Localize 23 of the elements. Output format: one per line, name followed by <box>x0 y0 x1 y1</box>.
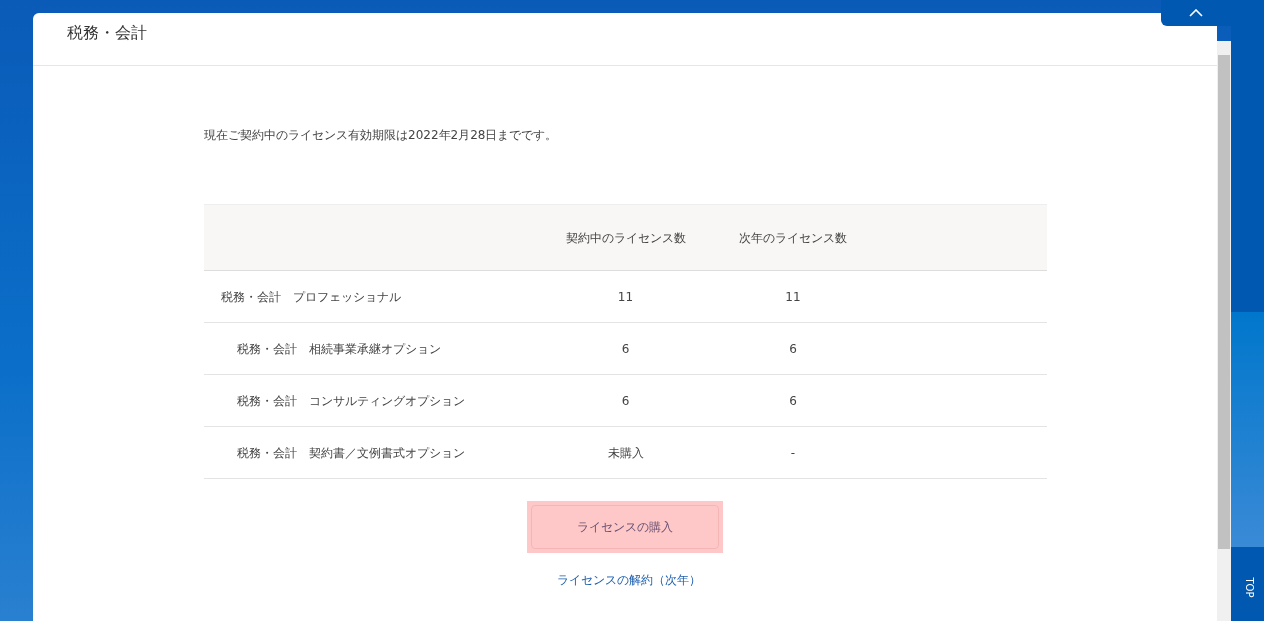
page-title: 税務・会計 <box>67 23 147 42</box>
table-cell: 6 <box>789 341 797 356</box>
cancel-link[interactable]: ライセンスの解約（次年） <box>557 571 701 589</box>
table-cell: 11 <box>785 289 801 304</box>
product-name: 税務・会計 相続事業承継オプション <box>237 341 441 356</box>
product-name: 税務・会計 契約書／文例書式オプション <box>237 445 465 460</box>
scroll-thumb[interactable] <box>1218 55 1230 549</box>
table-cell: 11 <box>617 289 634 304</box>
column-header: 次年のライセンス数 <box>739 230 847 245</box>
top-link[interactable]: TOP <box>1241 577 1257 598</box>
product-name: 税務・会計 コンサルティングオプション <box>237 393 465 408</box>
chevron-up-icon <box>1189 9 1203 17</box>
table-cell: 6 <box>621 393 630 408</box>
scrollbar[interactable] <box>1217 41 1231 621</box>
purchase-button[interactable]: ライセンスの購入 <box>527 501 723 553</box>
table-cell: - <box>790 445 796 460</box>
table-cell: 未購入 <box>607 445 644 460</box>
scroll-up-tab[interactable] <box>1161 0 1231 26</box>
table-cell: 6 <box>789 393 797 408</box>
column-header: 契約中のライセンス数 <box>565 230 686 245</box>
notice-text: 現在ご契約中のライセンス有効期限は2022年2月28日までです。 <box>204 128 558 142</box>
product-name: 税務・会計 プロフェッショナル <box>221 289 401 304</box>
table-cell: 6 <box>621 341 630 356</box>
